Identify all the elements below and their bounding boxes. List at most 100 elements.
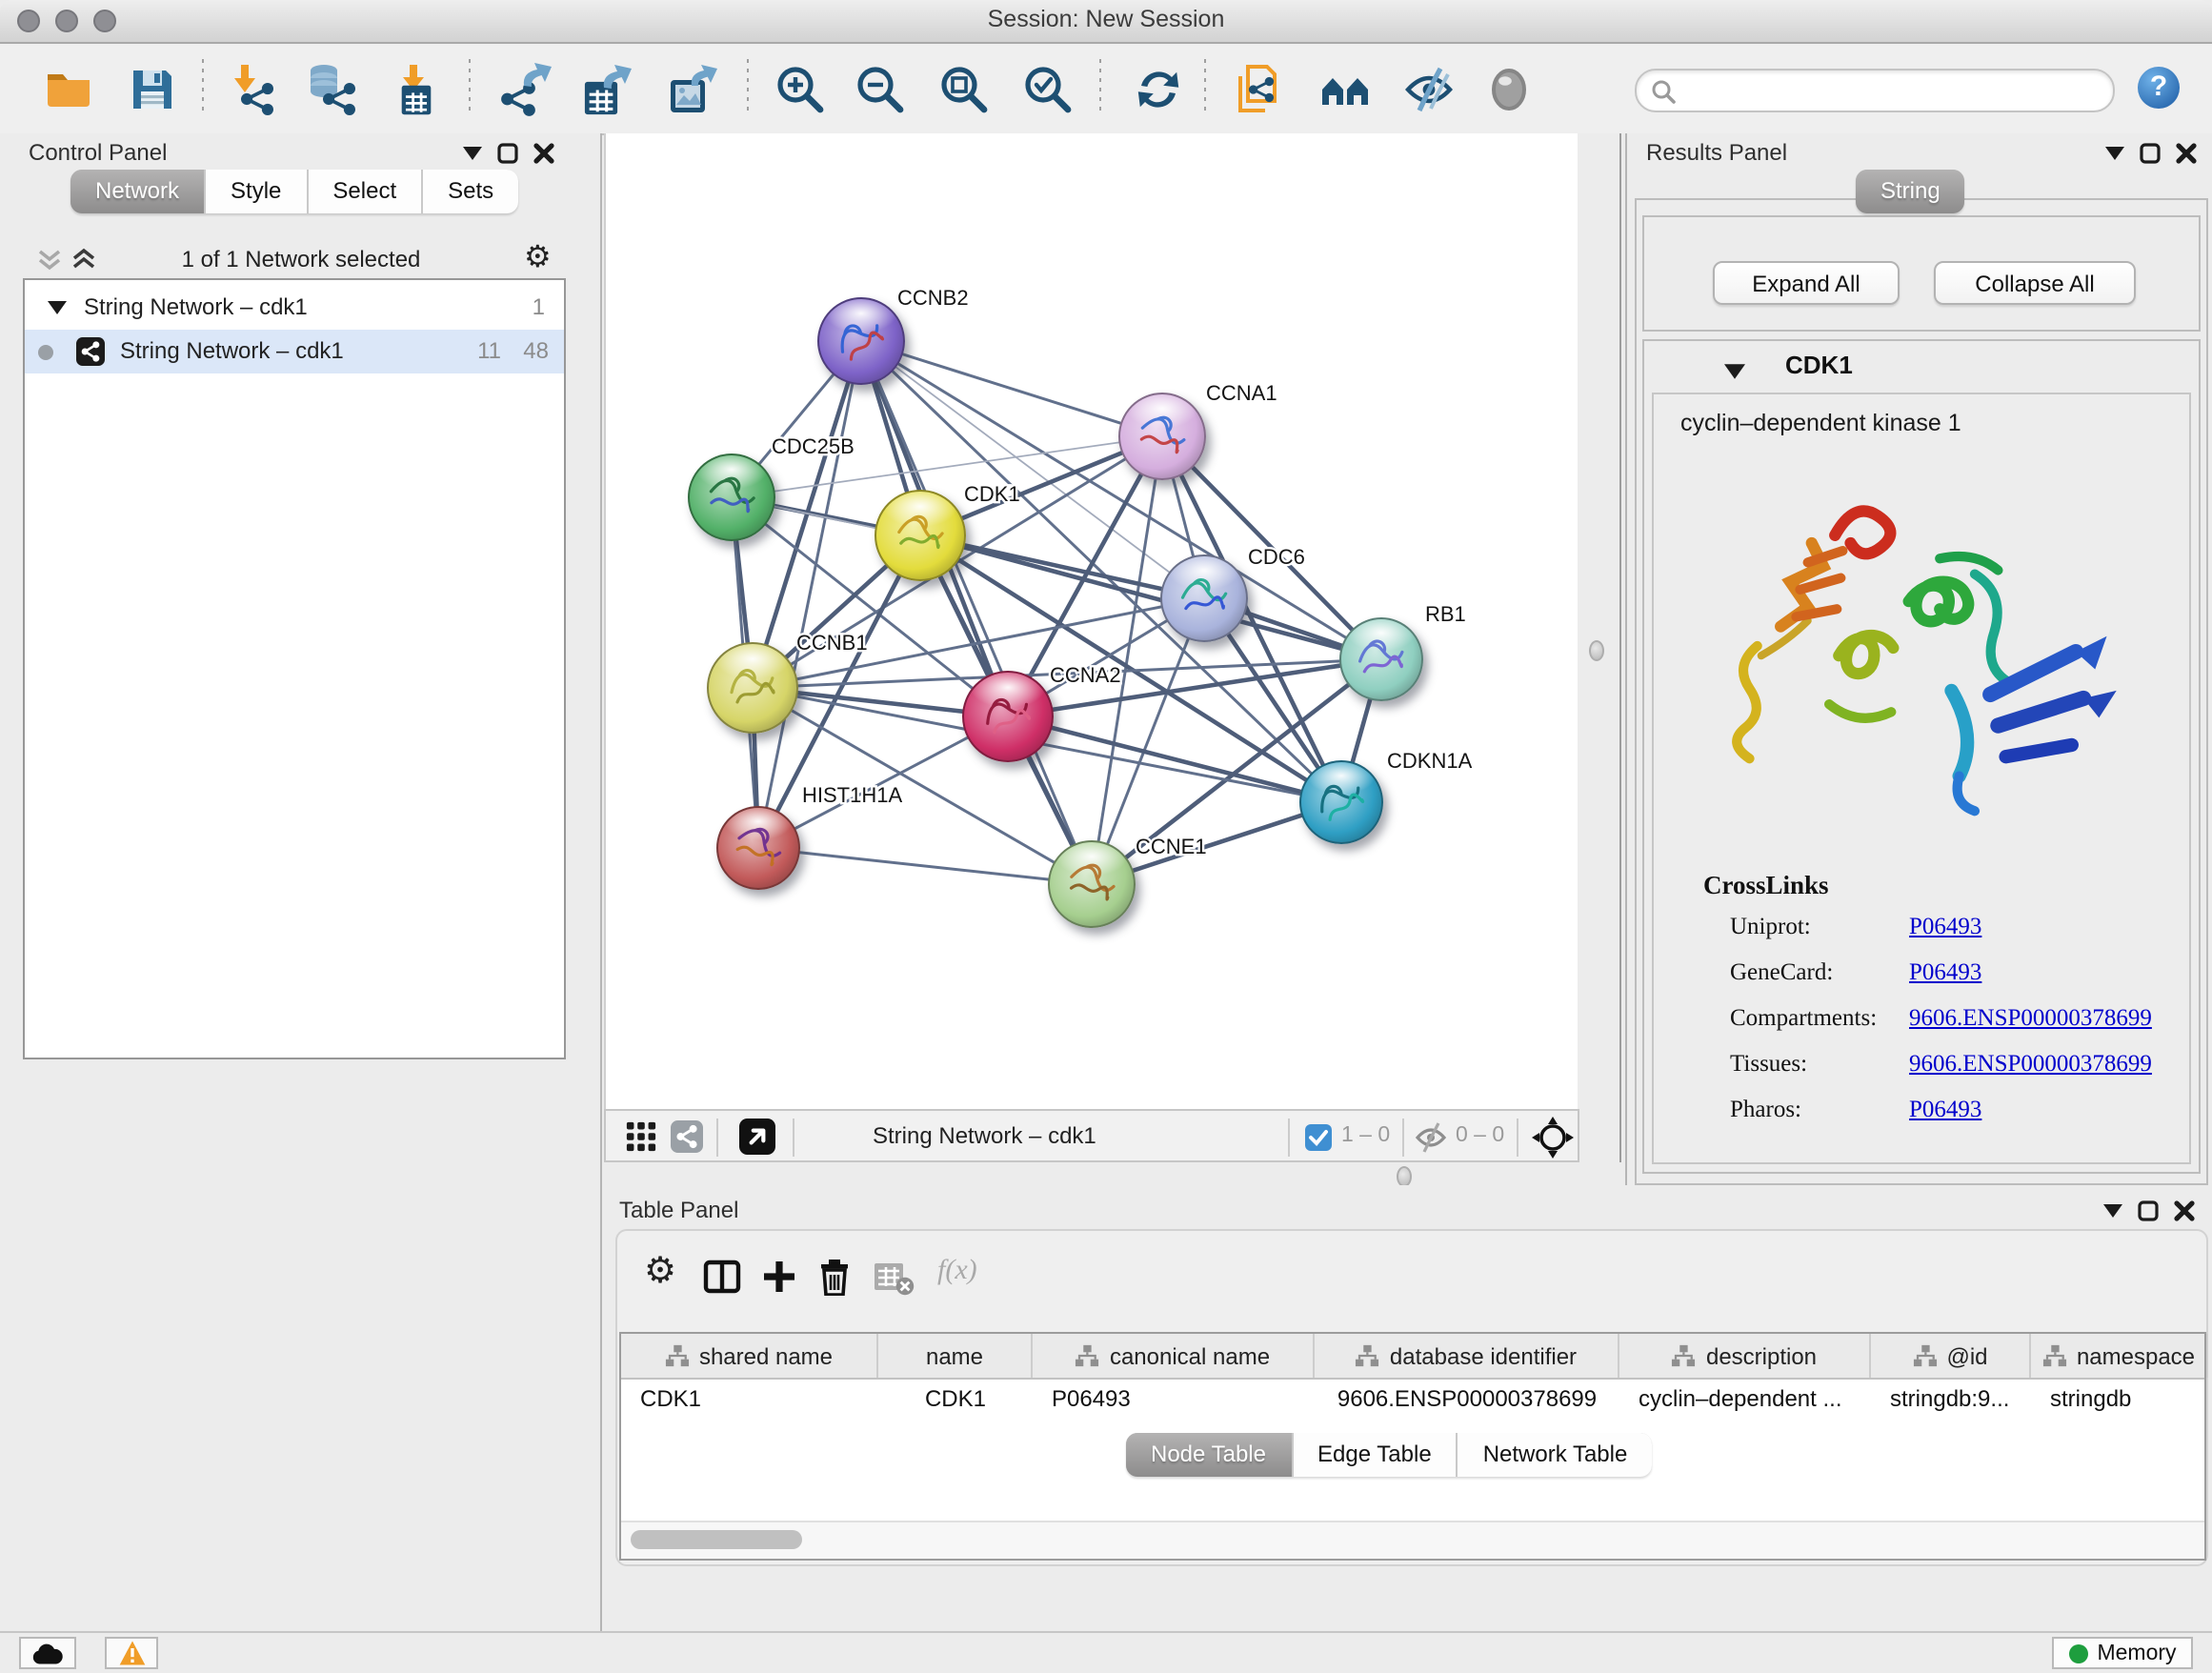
column-header-description[interactable]: description — [1619, 1334, 1871, 1378]
network-options-gear-icon[interactable]: ⚙ — [524, 238, 552, 276]
close-panel-icon[interactable] — [2176, 143, 2197, 164]
tab-select[interactable]: Select — [308, 170, 423, 213]
import-network-file-button[interactable] — [223, 59, 284, 120]
collapse-panel-icon[interactable] — [463, 147, 482, 160]
delete-table-icon[interactable] — [873, 1260, 915, 1298]
network-node-CCNA1[interactable] — [1118, 393, 1206, 480]
table-cell[interactable]: P06493 — [1033, 1378, 1315, 1420]
table-cell[interactable]: stringdb:9... — [1871, 1378, 2031, 1420]
detach-view-icon[interactable] — [739, 1119, 775, 1155]
hidden-eye-icon[interactable] — [1414, 1120, 1448, 1155]
bottom-splitter-handle[interactable] — [1397, 1166, 1412, 1187]
network-node-CCNE1[interactable] — [1048, 840, 1136, 928]
selected-checkbox-icon[interactable] — [1305, 1124, 1332, 1151]
import-network-database-button[interactable] — [301, 59, 362, 120]
network-node-RB1[interactable] — [1339, 617, 1423, 701]
tab-network[interactable]: Network — [70, 170, 206, 213]
float-panel-icon[interactable] — [2138, 1200, 2159, 1221]
table-cell[interactable]: stringdb — [2031, 1378, 2208, 1420]
crosslink-link[interactable]: P06493 — [1909, 958, 1981, 987]
export-image-button[interactable] — [661, 59, 722, 120]
network-node-CCNB1[interactable] — [707, 642, 798, 734]
export-table-button[interactable] — [575, 59, 636, 120]
close-panel-icon[interactable] — [2174, 1200, 2195, 1221]
network-node-CDC6[interactable] — [1160, 554, 1248, 642]
crosslink-link[interactable]: P06493 — [1909, 1096, 1981, 1124]
zoom-in-button[interactable] — [770, 59, 831, 120]
column-header--id[interactable]: @id — [1871, 1334, 2031, 1378]
add-row-icon[interactable] — [760, 1258, 798, 1296]
scrollbar-thumb[interactable] — [631, 1530, 802, 1549]
crosslink-link[interactable]: 9606.ENSP00000378699 — [1909, 1050, 2152, 1078]
zoom-selected-button[interactable] — [1017, 59, 1078, 120]
clone-network-button[interactable] — [1227, 59, 1288, 120]
tree-expander-icon[interactable] — [48, 286, 67, 330]
entry-expander-icon[interactable] — [1724, 364, 1745, 379]
show-all-button[interactable] — [1478, 59, 1539, 120]
table-cell[interactable]: 9606.ENSP00000378699 — [1315, 1378, 1619, 1420]
warnings-button[interactable] — [105, 1637, 158, 1669]
column-header-name[interactable]: name — [878, 1334, 1033, 1378]
tab-network-table[interactable]: Network Table — [1458, 1433, 1653, 1477]
birds-eye-view-icon[interactable] — [1532, 1117, 1574, 1159]
import-table-file-button[interactable] — [385, 59, 446, 120]
float-panel-icon[interactable] — [497, 143, 518, 164]
network-edge[interactable] — [861, 341, 1162, 436]
network-node-CDK1[interactable] — [875, 490, 966, 581]
column-header-namespace[interactable]: namespace — [2031, 1334, 2208, 1378]
delete-row-icon[interactable] — [815, 1258, 854, 1296]
add-column-icon[interactable] — [703, 1258, 741, 1296]
table-cell[interactable]: cyclin–dependent ... — [1619, 1378, 1871, 1420]
network-node-CCNB2[interactable] — [817, 297, 905, 385]
network-node-CCNA2[interactable] — [962, 671, 1054, 762]
collapse-panel-icon[interactable] — [2105, 147, 2124, 160]
table-horizontal-scrollbar[interactable] — [621, 1521, 2204, 1559]
refresh-view-button[interactable] — [1128, 59, 1189, 120]
save-session-button[interactable] — [122, 59, 183, 120]
memory-button[interactable]: Memory — [2052, 1637, 2193, 1669]
table-cell[interactable]: CDK1 — [878, 1378, 1033, 1420]
column-header-shared-name[interactable]: shared name — [621, 1334, 878, 1378]
search-box[interactable] — [1635, 69, 2115, 112]
table-cell[interactable]: CDK1 — [621, 1378, 878, 1420]
hide-selected-button[interactable] — [1398, 59, 1459, 120]
export-network-button[interactable] — [497, 59, 558, 120]
tab-style[interactable]: Style — [206, 170, 308, 213]
float-panel-icon[interactable] — [2140, 143, 2161, 164]
column-tree-icon — [1356, 1343, 1380, 1368]
crosslink-link[interactable]: 9606.ENSP00000378699 — [1909, 1004, 2152, 1033]
results-splitter[interactable] — [1578, 133, 1625, 1162]
first-neighbors-button[interactable] — [1315, 59, 1376, 120]
network-edge[interactable] — [758, 341, 861, 848]
collapse-all-button[interactable]: Collapse All — [1934, 261, 2136, 305]
cloud-status-button[interactable] — [19, 1637, 76, 1669]
collapse-panel-icon[interactable] — [2103, 1204, 2122, 1218]
tab-node-table[interactable]: Node Table — [1126, 1433, 1293, 1477]
splitter-handle[interactable] — [1589, 640, 1604, 661]
help-button[interactable]: ? — [2138, 67, 2180, 109]
network-collection-row[interactable]: String Network – cdk1 1 — [25, 286, 564, 330]
crosslink-link[interactable]: P06493 — [1909, 913, 1981, 941]
network-edge[interactable] — [758, 848, 1092, 884]
column-header-canonical-name[interactable]: canonical name — [1033, 1334, 1315, 1378]
search-input[interactable] — [1682, 72, 2100, 109]
zoom-out-button[interactable] — [850, 59, 911, 120]
network-node-CDC25B[interactable] — [688, 454, 775, 541]
table-row[interactable]: CDK1CDK1P064939606.ENSP00000378699cyclin… — [621, 1378, 2204, 1420]
string-view-icon[interactable] — [671, 1120, 703, 1153]
column-header-database-identifier[interactable]: database identifier — [1315, 1334, 1619, 1378]
network-node-CDKN1A[interactable] — [1299, 760, 1383, 844]
network-row-selected[interactable]: String Network – cdk1 11 48 — [25, 330, 564, 373]
zoom-fit-button[interactable] — [934, 59, 995, 120]
function-builder-icon[interactable]: f(x) — [937, 1256, 977, 1288]
close-panel-icon[interactable] — [533, 143, 554, 164]
table-settings-gear-icon[interactable]: ⚙ — [644, 1250, 676, 1294]
network-node-HIST1H1A[interactable] — [716, 806, 800, 890]
open-session-button[interactable] — [38, 59, 99, 120]
grid-view-icon[interactable] — [625, 1120, 657, 1153]
expand-all-button[interactable]: Expand All — [1713, 261, 1900, 305]
network-view-canvas[interactable]: CCNB2CCNA1CDC25BCDK1CDC6RB1CCNB1CCNA2CDK… — [604, 133, 1578, 1109]
tab-sets[interactable]: Sets — [423, 170, 518, 213]
tab-edge-table[interactable]: Edge Table — [1293, 1433, 1458, 1477]
results-tab-string[interactable]: String — [1856, 170, 1965, 213]
